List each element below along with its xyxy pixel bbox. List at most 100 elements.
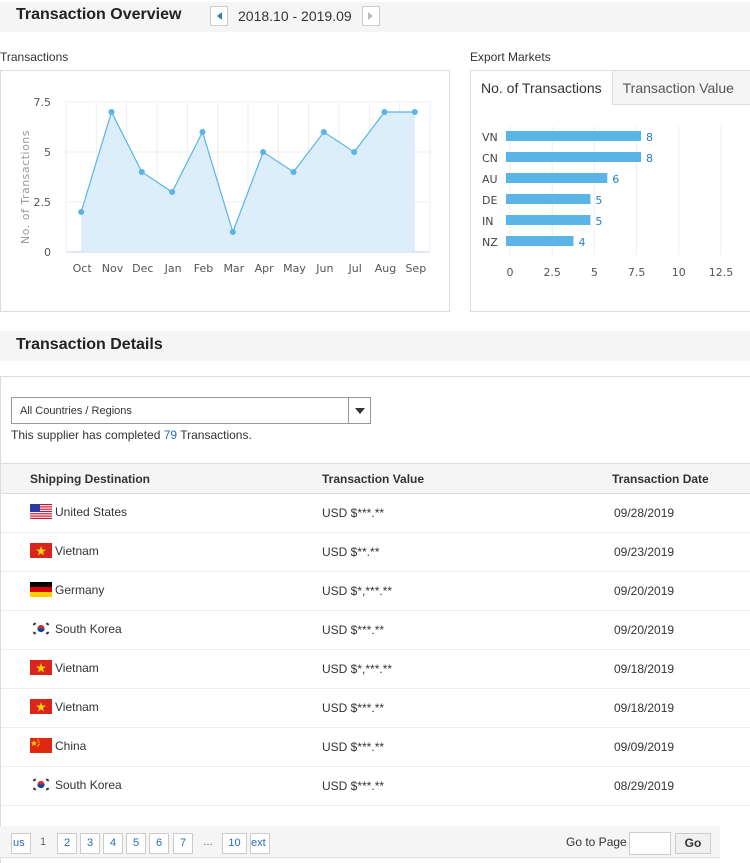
- x-tick-label: Jan: [164, 262, 182, 275]
- bar: [506, 215, 591, 225]
- destination-cell: United States: [30, 504, 127, 519]
- country-filter-select[interactable]: All Countries / Regions: [11, 397, 371, 424]
- x-tick-label: Jul: [348, 262, 362, 275]
- flag-vn-icon: [30, 543, 52, 558]
- data-label: 5: [595, 194, 602, 207]
- data-label: 5: [595, 215, 602, 228]
- data-point: [381, 109, 388, 115]
- summary-prefix: This supplier has completed: [11, 428, 164, 442]
- bar: [506, 236, 574, 246]
- destination-cell: South Korea: [30, 621, 122, 636]
- category-label: AU: [482, 173, 498, 186]
- transactions-line-chart: 0 2.5 5 7.5 Oct Nov Dec Jan Feb Mar Apr May Jun Jul Au…: [19, 96, 431, 275]
- page-6[interactable]: 6: [149, 833, 169, 854]
- transaction-date: 08/29/2019: [614, 779, 675, 793]
- triangle-left-icon: [216, 12, 222, 20]
- transaction-date: 09/09/2019: [614, 740, 675, 754]
- table-row: Vietnam USD $*,***.** 09/18/2019: [1, 650, 750, 689]
- x-tick-label: Feb: [194, 262, 213, 275]
- flag-us-icon: [30, 504, 52, 519]
- page-10[interactable]: 10: [222, 833, 247, 854]
- category-label: VN: [482, 131, 498, 144]
- x-tick-label: 10: [672, 266, 686, 279]
- prev-period-button[interactable]: [210, 6, 228, 26]
- x-tick-label: Apr: [255, 262, 275, 275]
- country-name: South Korea: [55, 777, 122, 792]
- data-point: [290, 169, 297, 175]
- page-3[interactable]: 3: [80, 833, 100, 854]
- transaction-summary: This supplier has completed 79 Transacti…: [11, 428, 252, 442]
- go-button[interactable]: Go: [675, 833, 711, 854]
- category-label: DE: [482, 194, 497, 207]
- x-tick-label: 7.5: [628, 266, 646, 279]
- x-tick-label: Dec: [132, 262, 153, 275]
- page-2[interactable]: 2: [57, 833, 77, 854]
- table-row: Vietnam USD $***.** 09/18/2019: [1, 689, 750, 728]
- dropdown-arrow[interactable]: [348, 398, 370, 423]
- y-tick-label: 7.5: [34, 96, 52, 109]
- data-label: 4: [579, 236, 586, 249]
- triangle-right-icon: [368, 12, 374, 20]
- chevron-down-icon: [354, 407, 365, 414]
- data-point: [320, 129, 327, 135]
- x-tick-label: Jun: [315, 262, 333, 275]
- export-markets-bar-chart: 0 2.5 5 7.5 10 12.5 VN 8 CN 8 AU 6 DE 5 IN 5 NZ 4: [482, 126, 733, 279]
- transaction-date: 09/20/2019: [614, 623, 675, 637]
- flag-cn-icon: [30, 738, 52, 753]
- page-5[interactable]: 5: [126, 833, 146, 854]
- flag-de-icon: [30, 582, 52, 597]
- x-tick-label: Mar: [223, 262, 244, 275]
- export-markets-label: Export Markets: [470, 50, 551, 64]
- col-transaction-date: Transaction Date: [612, 472, 709, 486]
- country-filter-value: All Countries / Regions: [20, 405, 132, 417]
- details-title: Transaction Details: [16, 336, 163, 353]
- flag-kr-icon: [30, 777, 52, 792]
- category-label: IN: [482, 215, 493, 228]
- bar: [506, 131, 642, 141]
- x-tick-label: May: [283, 262, 306, 275]
- summary-suffix: Transactions.: [177, 428, 252, 442]
- flag-vn-icon: [30, 660, 52, 675]
- page-ellipsis: ...: [203, 836, 213, 848]
- page-4[interactable]: 4: [103, 833, 123, 854]
- date-range-nav: 2018.10 - 2019.09: [210, 6, 380, 26]
- transaction-date: 09/18/2019: [614, 662, 675, 676]
- table-row: China USD $***.** 09/09/2019: [1, 728, 750, 767]
- transactions-label: Transactions: [0, 50, 69, 64]
- bar: [506, 194, 591, 204]
- y-tick-label: 2.5: [34, 196, 52, 209]
- transaction-value: USD $***.**: [322, 701, 385, 715]
- y-axis-label: No. of Transactions: [19, 130, 32, 244]
- goto-page-input[interactable]: [629, 832, 671, 855]
- destination-cell: South Korea: [30, 777, 122, 792]
- col-transaction-value: Transaction Value: [322, 472, 425, 486]
- prev-page-button[interactable]: us: [11, 833, 31, 854]
- x-tick-label: 2.5: [543, 266, 561, 279]
- destination-cell: Vietnam: [30, 543, 99, 558]
- table-row: South Korea USD $***.** 09/20/2019: [1, 611, 750, 650]
- data-label: 8: [646, 131, 653, 144]
- transaction-count: 79: [163, 428, 178, 442]
- transactions-chart-panel: 0 2.5 5 7.5 Oct Nov Dec Jan Feb Mar Apr May Jun Jul Au…: [0, 70, 450, 312]
- transaction-value: USD $*,***.**: [322, 662, 393, 676]
- transaction-value: USD $***.**: [322, 779, 385, 793]
- category-label: NZ: [482, 236, 498, 249]
- pagination: us 1 2 3 4 5 6 7 ... 10 ext Go to Page G…: [0, 826, 720, 858]
- country-name: Vietnam: [55, 543, 99, 558]
- export-markets-panel: No. of Transactions Transaction Value 02…: [470, 70, 750, 312]
- x-tick-label: 0: [507, 266, 514, 279]
- data-point: [199, 129, 206, 135]
- table-row: Vietnam USD $**.** 09/23/2019: [1, 533, 750, 572]
- transaction-value: USD $***.**: [322, 623, 385, 637]
- data-point: [260, 149, 267, 155]
- country-name: South Korea: [55, 621, 122, 636]
- destination-cell: Vietnam: [30, 699, 99, 714]
- next-page-button[interactable]: ext: [250, 833, 270, 854]
- next-period-button[interactable]: [361, 6, 380, 26]
- page-7[interactable]: 7: [173, 833, 193, 854]
- transaction-value: USD $***.**: [322, 506, 385, 520]
- table-row: South Korea USD $***.** 08/29/2019: [1, 767, 750, 806]
- data-point: [169, 189, 176, 195]
- data-point: [108, 109, 115, 115]
- overview-title: Transaction Overview: [16, 6, 182, 23]
